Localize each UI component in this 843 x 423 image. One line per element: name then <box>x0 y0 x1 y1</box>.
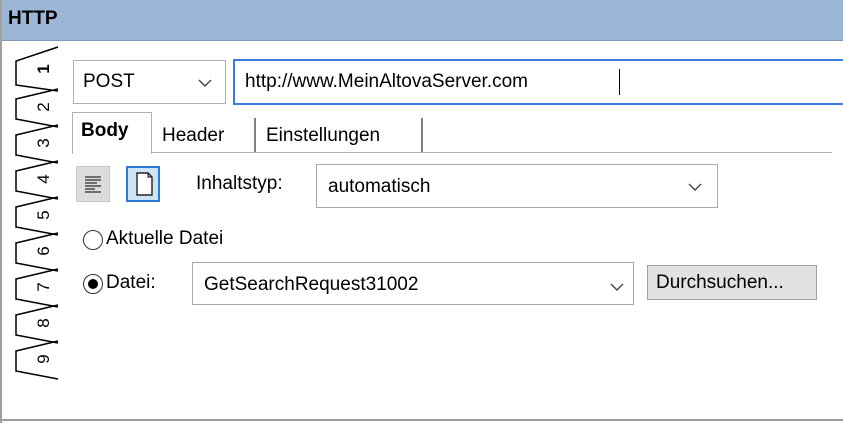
content-type-label: Inhaltstyp: <box>196 173 283 194</box>
vtab-label: 6 <box>34 246 53 256</box>
vtab-label: 4 <box>34 174 53 184</box>
tab-body[interactable]: Body <box>72 112 152 154</box>
document-icon <box>136 172 153 196</box>
vertical-tab-strip: 1 2 3 4 5 6 7 8 9 <box>6 45 66 380</box>
chevron-down-icon <box>198 79 212 87</box>
file-select[interactable]: GetSearchRequest31002 <box>192 262 634 305</box>
vtab-label: 8 <box>34 318 53 328</box>
browse-button[interactable]: Durchsuchen... <box>647 265 817 300</box>
tab-label: Einstellungen <box>266 125 381 146</box>
chevron-down-icon <box>688 183 702 191</box>
tab-label: Header <box>162 125 225 146</box>
vtab-label: 5 <box>34 210 53 220</box>
vtab-label: 1 <box>34 64 53 74</box>
tab-einstellungen[interactable]: Einstellungen <box>258 118 423 152</box>
chevron-down-icon <box>610 283 624 291</box>
vtab-label: 3 <box>34 138 53 148</box>
content-type-select[interactable]: automatisch <box>316 164 718 208</box>
title-bar: HTTP <box>2 0 843 41</box>
radio-selected-dot <box>88 279 98 289</box>
tab-header[interactable]: Header <box>154 118 256 152</box>
vtab-label: 2 <box>34 102 53 112</box>
radio-current-file-label: Aktuelle Datei <box>106 228 224 249</box>
text-caret <box>619 69 620 95</box>
radio-current-file[interactable] <box>83 230 103 250</box>
url-value: http://www.MeinAltovaServer.com <box>245 71 528 92</box>
vtab-label: 9 <box>34 354 53 364</box>
radio-file[interactable] <box>83 274 103 294</box>
bottom-border <box>2 419 843 421</box>
body-tab-bar: Body Header Einstellungen <box>72 112 832 154</box>
http-panel: HTTP 1 2 3 4 5 6 7 8 9 POST http://www.M… <box>0 0 843 423</box>
file-value: GetSearchRequest31002 <box>204 274 419 295</box>
text-view-button[interactable] <box>76 166 110 202</box>
vtab-label: 7 <box>34 282 53 292</box>
text-lines-icon <box>85 176 101 193</box>
tab-baseline <box>152 152 832 153</box>
url-input[interactable]: http://www.MeinAltovaServer.com <box>233 59 843 105</box>
window-title: HTTP <box>8 8 58 29</box>
tab-label: Body <box>81 120 129 141</box>
content-type-value: automatisch <box>328 176 431 197</box>
method-select[interactable]: POST <box>73 60 226 104</box>
method-value: POST <box>83 71 135 92</box>
vtab-9[interactable]: 9 <box>6 335 64 381</box>
radio-file-label: Datei: <box>106 272 156 293</box>
file-view-button[interactable] <box>126 166 160 202</box>
browse-button-label: Durchsuchen... <box>656 272 784 293</box>
